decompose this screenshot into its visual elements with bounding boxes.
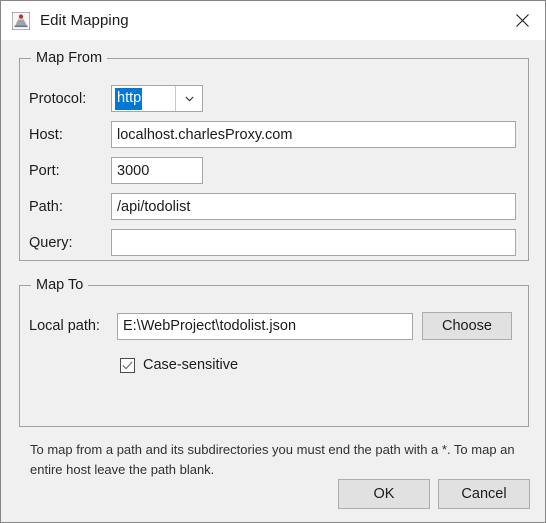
host-label: Host:: [29, 126, 63, 143]
choose-button-label: Choose: [442, 318, 492, 334]
dialog-body: Map From Protocol: http Host: Port: Path…: [1, 40, 545, 522]
port-label: Port:: [29, 162, 60, 179]
protocol-value: http: [115, 87, 143, 110]
local-path-row: Local path: Choose: [29, 312, 512, 340]
port-input[interactable]: [111, 157, 203, 184]
query-input[interactable]: [111, 229, 516, 256]
ok-button-label: OK: [373, 486, 395, 502]
case-sensitive-checkbox[interactable]: Case-sensitive: [120, 357, 238, 373]
path-label: Path:: [29, 198, 63, 215]
protocol-dropdown-button[interactable]: [175, 86, 202, 111]
title-bar: Edit Mapping: [1, 1, 545, 40]
choose-button[interactable]: Choose: [422, 312, 512, 340]
protocol-combobox[interactable]: http: [111, 85, 203, 112]
window-title: Edit Mapping: [40, 12, 129, 29]
port-row: Port:: [29, 157, 203, 184]
checkbox-box: [120, 357, 135, 373]
cancel-button[interactable]: Cancel: [438, 479, 530, 509]
query-label: Query:: [29, 234, 73, 251]
local-path-input[interactable]: [117, 312, 413, 340]
map-to-legend: Map To: [31, 277, 89, 293]
edit-mapping-dialog: Edit Mapping Map From Protocol: http Hos…: [0, 0, 546, 523]
query-row: Query:: [29, 229, 516, 256]
path-row: Path:: [29, 193, 516, 220]
help-text: To map from a path and its subdirectorie…: [30, 442, 515, 477]
host-row: Host:: [29, 121, 516, 148]
map-to-group: Map To: [19, 277, 529, 427]
protocol-label: Protocol:: [29, 90, 87, 107]
host-input[interactable]: [111, 121, 516, 148]
case-sensitive-label: Case-sensitive: [143, 357, 239, 373]
local-path-label: Local path:: [29, 318, 100, 334]
path-input[interactable]: [111, 193, 516, 220]
ok-button[interactable]: OK: [338, 479, 430, 509]
map-from-legend: Map From: [31, 50, 108, 66]
close-icon: [515, 14, 529, 27]
close-button[interactable]: [499, 1, 545, 40]
chevron-down-icon: [184, 96, 194, 101]
protocol-row: Protocol: http: [29, 85, 203, 112]
charles-proxy-icon: [12, 11, 30, 30]
cancel-button-label: Cancel: [461, 486, 507, 502]
checkmark-icon: [122, 360, 133, 369]
